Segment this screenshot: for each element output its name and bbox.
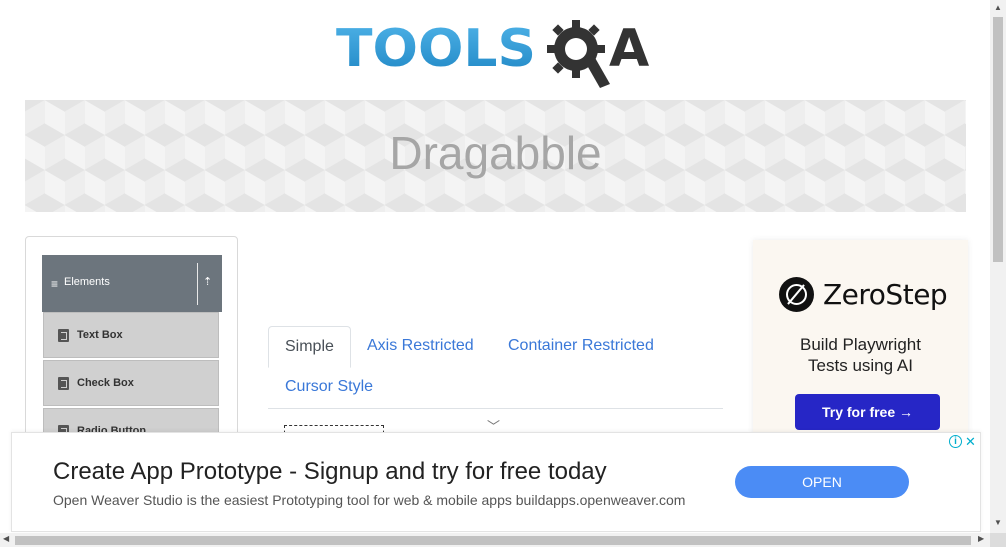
- html5-icon: [58, 377, 69, 390]
- vertical-scrollbar[interactable]: ▲ ▼: [990, 0, 1006, 533]
- divider: [197, 263, 198, 305]
- scroll-down-arrow-icon[interactable]: ▼: [994, 518, 1002, 527]
- ad-description: Open Weaver Studio is the easiest Protot…: [53, 492, 686, 508]
- ad-close-icon[interactable]: ✕: [963, 434, 978, 449]
- sidebar-item-text-box[interactable]: Text Box: [43, 312, 219, 358]
- try-for-free-button[interactable]: Try for free →: [795, 394, 940, 430]
- gear-icon: [547, 20, 610, 88]
- zerostep-ad[interactable]: ZeroStep Build Playwright Tests using AI…: [753, 240, 968, 440]
- scrollbar-thumb[interactable]: [15, 536, 971, 545]
- tab-container-restricted[interactable]: Container Restricted: [492, 326, 670, 366]
- html5-icon: [58, 329, 69, 342]
- scroll-right-arrow-icon[interactable]: ▶: [978, 534, 984, 543]
- ad-tagline: Build Playwright Tests using AI: [753, 334, 968, 376]
- scrollbar-corner: [990, 533, 1006, 547]
- scrollbar-thumb[interactable]: [993, 17, 1003, 262]
- page-banner: Dragabble: [25, 100, 966, 212]
- tab-axis-restricted[interactable]: Axis Restricted: [351, 326, 490, 366]
- collapse-up-icon[interactable]: ⇡: [203, 275, 212, 288]
- tab-bar: Simple Axis Restricted Container Restric…: [268, 326, 723, 409]
- hamburger-icon: ≡: [51, 277, 59, 291]
- ad-tagline-line-1: Build Playwright: [800, 335, 921, 354]
- sidebar-item-label: Check Box: [77, 377, 134, 389]
- horizontal-scrollbar[interactable]: ◀ ▶: [0, 533, 990, 547]
- sidebar-item-check-box[interactable]: Check Box: [43, 360, 219, 406]
- sidebar-item-label: Text Box: [77, 329, 123, 341]
- sidebar: ≡ Elements ⇡ Text Box Check Box Radio Bu…: [25, 236, 238, 456]
- bottom-ad-banner[interactable]: Create App Prototype - Signup and try fo…: [11, 432, 981, 532]
- ad-headline[interactable]: Create App Prototype - Signup and try fo…: [53, 458, 607, 486]
- tab-simple[interactable]: Simple: [268, 326, 351, 368]
- tab-cursor-style[interactable]: Cursor Style: [269, 367, 389, 407]
- logo-text-tools: TOOLS: [336, 19, 536, 79]
- ad-tagline-line-2: Tests using AI: [808, 356, 913, 375]
- sidebar-group-elements[interactable]: ≡ Elements ⇡: [42, 255, 222, 312]
- page: TOOLS A Dragabble ≡ Elements ⇡ Text Box …: [0, 0, 1006, 547]
- ad-open-button[interactable]: OPEN: [735, 466, 909, 498]
- sidebar-group-label: Elements: [64, 276, 110, 288]
- toolsqa-logo[interactable]: TOOLS A: [336, 16, 658, 90]
- scroll-left-arrow-icon[interactable]: ◀: [3, 534, 9, 543]
- scroll-up-arrow-icon[interactable]: ▲: [994, 3, 1002, 12]
- ad-brand-name: ZeroStep: [823, 278, 948, 311]
- zerostep-logo-icon: [779, 277, 814, 312]
- ad-info-icon[interactable]: i: [949, 435, 962, 448]
- logo-text-a: A: [609, 19, 649, 79]
- page-title: Dragabble: [389, 127, 602, 179]
